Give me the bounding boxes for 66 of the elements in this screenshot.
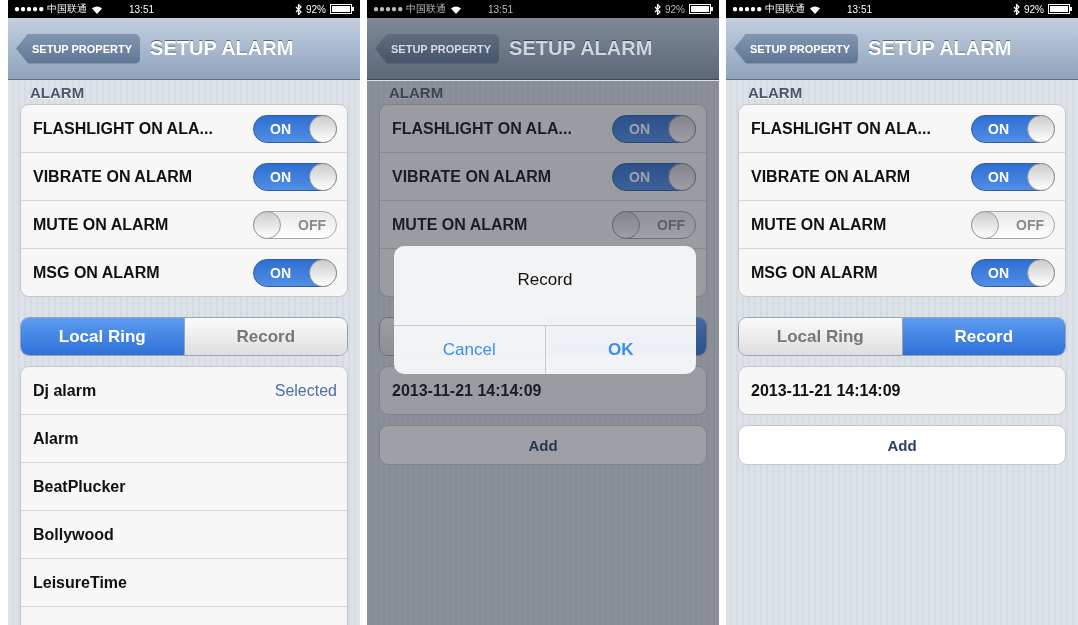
wifi-icon [450,4,462,14]
battery-percent: 92% [665,3,685,15]
list-item-label[interactable]: LeisureTime [33,573,337,592]
toggle-switch[interactable]: OFF [971,210,1055,239]
list-item-label[interactable]: 2013-11-21 14:14:09 [392,381,696,400]
setting-label: MSG ON ALARM [33,263,161,282]
wifi-icon [809,4,821,14]
list-item-label[interactable]: Alarm [33,429,337,448]
list-item-label[interactable]: Dj alarm [33,381,275,400]
setting-label: VIBRATE ON ALARM [33,167,194,186]
back-button[interactable]: SETUP PROPERTY [375,33,500,64]
bluetooth-icon [295,3,302,15]
battery-icon [1048,4,1072,14]
toggle-switch[interactable]: OFF [612,210,696,239]
toggle-switch[interactable]: ON [253,258,337,287]
nav-title: SETUP ALARM [868,37,1012,60]
toggle-switch[interactable]: ON [612,162,696,191]
status-time: 13:51 [129,3,154,15]
battery-percent: 92% [306,3,326,15]
segment-tab[interactable]: Record [183,318,347,355]
toggle-switch[interactable]: ON [971,258,1055,287]
toggle-switch[interactable]: OFF [253,210,337,239]
selected-label: Selected [274,381,337,400]
status-time: 13:51 [488,3,513,15]
setting-label: FLASHLIGHT ON ALA... [33,119,214,138]
battery-icon [689,4,713,14]
nav-title: SETUP ALARM [150,37,294,60]
setting-label: VIBRATE ON ALARM [751,167,912,186]
wifi-icon [91,4,103,14]
carrier-label: ●●●●● 中国联通 [14,2,87,16]
dialog-button[interactable]: OK [544,326,696,374]
section-header: ALARM [29,83,86,103]
carrier-label: ●●●●● 中国联通 [732,2,805,16]
dialog-button[interactable]: Cancel [394,326,545,374]
back-button[interactable]: SETUP PROPERTY [16,33,141,64]
add-button[interactable]: Add [738,425,1066,465]
toggle-switch[interactable]: ON [612,114,696,143]
segment-tab[interactable]: Local Ring [739,318,902,355]
list-item-label[interactable]: Bollywood [33,525,337,544]
segment-tab[interactable]: Local Ring [21,318,184,355]
setting-label: MUTE ON ALARM [33,215,170,234]
setting-label: MUTE ON ALARM [392,215,529,234]
section-header: ALARM [747,83,804,103]
status-time: 13:51 [847,3,872,15]
carrier-label: ●●●●● 中国联通 [373,2,446,16]
add-button[interactable]: Add [379,425,707,465]
setting-label: VIBRATE ON ALARM [392,167,553,186]
segment-tab[interactable]: Record [901,318,1065,355]
setting-label: FLASHLIGHT ON ALA... [751,119,932,138]
back-button[interactable]: SETUP PROPERTY [734,33,859,64]
toggle-switch[interactable]: ON [253,114,337,143]
setting-label: MUTE ON ALARM [751,215,888,234]
nav-title: SETUP ALARM [509,37,653,60]
battery-icon [330,4,354,14]
list-item-label[interactable]: BeatPlucker [33,477,337,496]
section-header: ALARM [388,83,445,103]
battery-percent: 92% [1024,3,1044,15]
bluetooth-icon [1013,3,1020,15]
setting-label: MSG ON ALARM [751,263,879,282]
bluetooth-icon [654,3,661,15]
setting-label: FLASHLIGHT ON ALA... [392,119,573,138]
toggle-switch[interactable]: ON [971,162,1055,191]
dialog-title: Record [517,269,573,291]
toggle-switch[interactable]: ON [971,114,1055,143]
toggle-switch[interactable]: ON [253,162,337,191]
list-item-label[interactable]: 2013-11-21 14:14:09 [751,381,1055,400]
